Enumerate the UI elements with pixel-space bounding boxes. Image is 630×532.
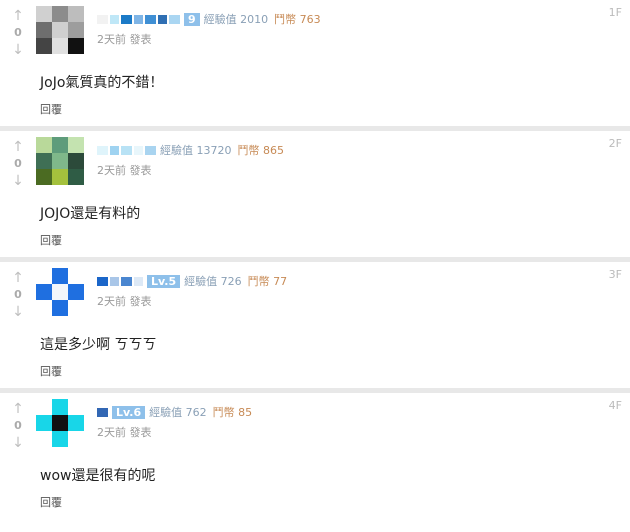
coin-value: 鬥幣 85 — [212, 406, 253, 419]
vote-control: ↑ 0 ↓ — [8, 8, 28, 58]
floor-number: 2F — [608, 137, 622, 150]
comment-text: 這是多少啊 ㄎㄎㄎ — [40, 337, 157, 353]
username[interactable] — [97, 276, 143, 286]
user-meta: 經驗值 13720 鬥幣 865 — [97, 143, 284, 157]
upvote-icon[interactable]: ↑ — [8, 139, 28, 155]
upvote-icon[interactable]: ↑ — [8, 270, 28, 286]
user-meta: 9 經驗值 2010 鬥幣 763 — [97, 12, 321, 26]
username[interactable] — [97, 145, 156, 155]
comment-list: ↑ 0 ↓ 1F 9 經驗值 2010 鬥幣 763 2天前 發表 JoJo氣質真的不錯！ 回覆 ↑… — [0, 0, 630, 524]
post-time: 2天前 發表 — [97, 31, 152, 47]
vote-control: ↑ 0 ↓ — [8, 401, 28, 451]
downvote-icon[interactable]: ↓ — [8, 435, 28, 451]
user-avatar[interactable] — [36, 268, 84, 316]
published-label: 發表 — [129, 33, 152, 46]
post-time: 2天前 發表 — [97, 293, 152, 309]
comment-text: JoJo氣質真的不錯！ — [40, 75, 164, 91]
user-meta: Lv.5 經驗值 726 鬥幣 77 — [97, 274, 287, 288]
reply-button[interactable]: 回覆 — [40, 232, 62, 248]
username[interactable] — [97, 14, 180, 24]
time-ago: 2天前 — [97, 426, 126, 439]
floor-number: 1F — [608, 6, 622, 19]
reply-button[interactable]: 回覆 — [40, 101, 62, 117]
user-avatar[interactable] — [36, 6, 84, 54]
time-ago: 2天前 — [97, 295, 126, 308]
comment-item: ↑ 0 ↓ 4F Lv.6 經驗值 762 鬥幣 85 2天前 發表 wow還是很有的呢 回覆 — [0, 393, 630, 524]
experience-value: 經驗值 726 — [184, 275, 242, 288]
time-ago: 2天前 — [97, 33, 126, 46]
user-avatar[interactable] — [36, 137, 84, 185]
comment-item: ↑ 0 ↓ 1F 9 經驗值 2010 鬥幣 763 2天前 發表 JoJo氣質真的不錯！ 回覆 — [0, 0, 630, 131]
experience-value: 經驗值 13720 — [160, 144, 232, 157]
vote-control: ↑ 0 ↓ — [8, 139, 28, 189]
upvote-icon[interactable]: ↑ — [8, 401, 28, 417]
downvote-icon[interactable]: ↓ — [8, 173, 28, 189]
time-ago: 2天前 — [97, 164, 126, 177]
level-badge: Lv.5 — [147, 274, 181, 288]
reply-button[interactable]: 回覆 — [40, 494, 62, 510]
level-badge: 9 — [184, 12, 200, 26]
level-badge: Lv.6 — [112, 405, 146, 419]
post-time: 2天前 發表 — [97, 162, 152, 178]
coin-value: 鬥幣 763 — [274, 13, 321, 26]
vote-score: 0 — [14, 157, 22, 170]
vote-score: 0 — [14, 26, 22, 39]
coin-value: 鬥幣 865 — [237, 144, 285, 157]
vote-score: 0 — [14, 288, 22, 301]
user-avatar[interactable] — [36, 399, 84, 447]
coin-value: 鬥幣 77 — [247, 275, 288, 288]
floor-number: 3F — [608, 268, 622, 281]
comment-text: wow還是很有的呢 — [40, 468, 156, 484]
published-label: 發表 — [129, 426, 152, 439]
user-meta: Lv.6 經驗值 762 鬥幣 85 — [97, 405, 252, 419]
published-label: 發表 — [129, 295, 152, 308]
downvote-icon[interactable]: ↓ — [8, 42, 28, 58]
upvote-icon[interactable]: ↑ — [8, 8, 28, 24]
post-time: 2天前 發表 — [97, 424, 152, 440]
reply-button[interactable]: 回覆 — [40, 363, 62, 379]
downvote-icon[interactable]: ↓ — [8, 304, 28, 320]
vote-score: 0 — [14, 419, 22, 432]
username[interactable] — [97, 407, 108, 417]
comment-item: ↑ 0 ↓ 2F 經驗值 13720 鬥幣 865 2天前 發表 JOJO還是有料的 回覆 — [0, 131, 630, 262]
comment-text: JOJO還是有料的 — [40, 206, 141, 222]
vote-control: ↑ 0 ↓ — [8, 270, 28, 320]
floor-number: 4F — [608, 399, 622, 412]
experience-value: 經驗值 762 — [149, 406, 207, 419]
published-label: 發表 — [129, 164, 152, 177]
comment-item: ↑ 0 ↓ 3F Lv.5 經驗值 726 鬥幣 77 2天前 發表這是多少啊 ㄎㄎㄎ 回覆 — [0, 262, 630, 393]
experience-value: 經驗值 2010 — [203, 13, 269, 26]
